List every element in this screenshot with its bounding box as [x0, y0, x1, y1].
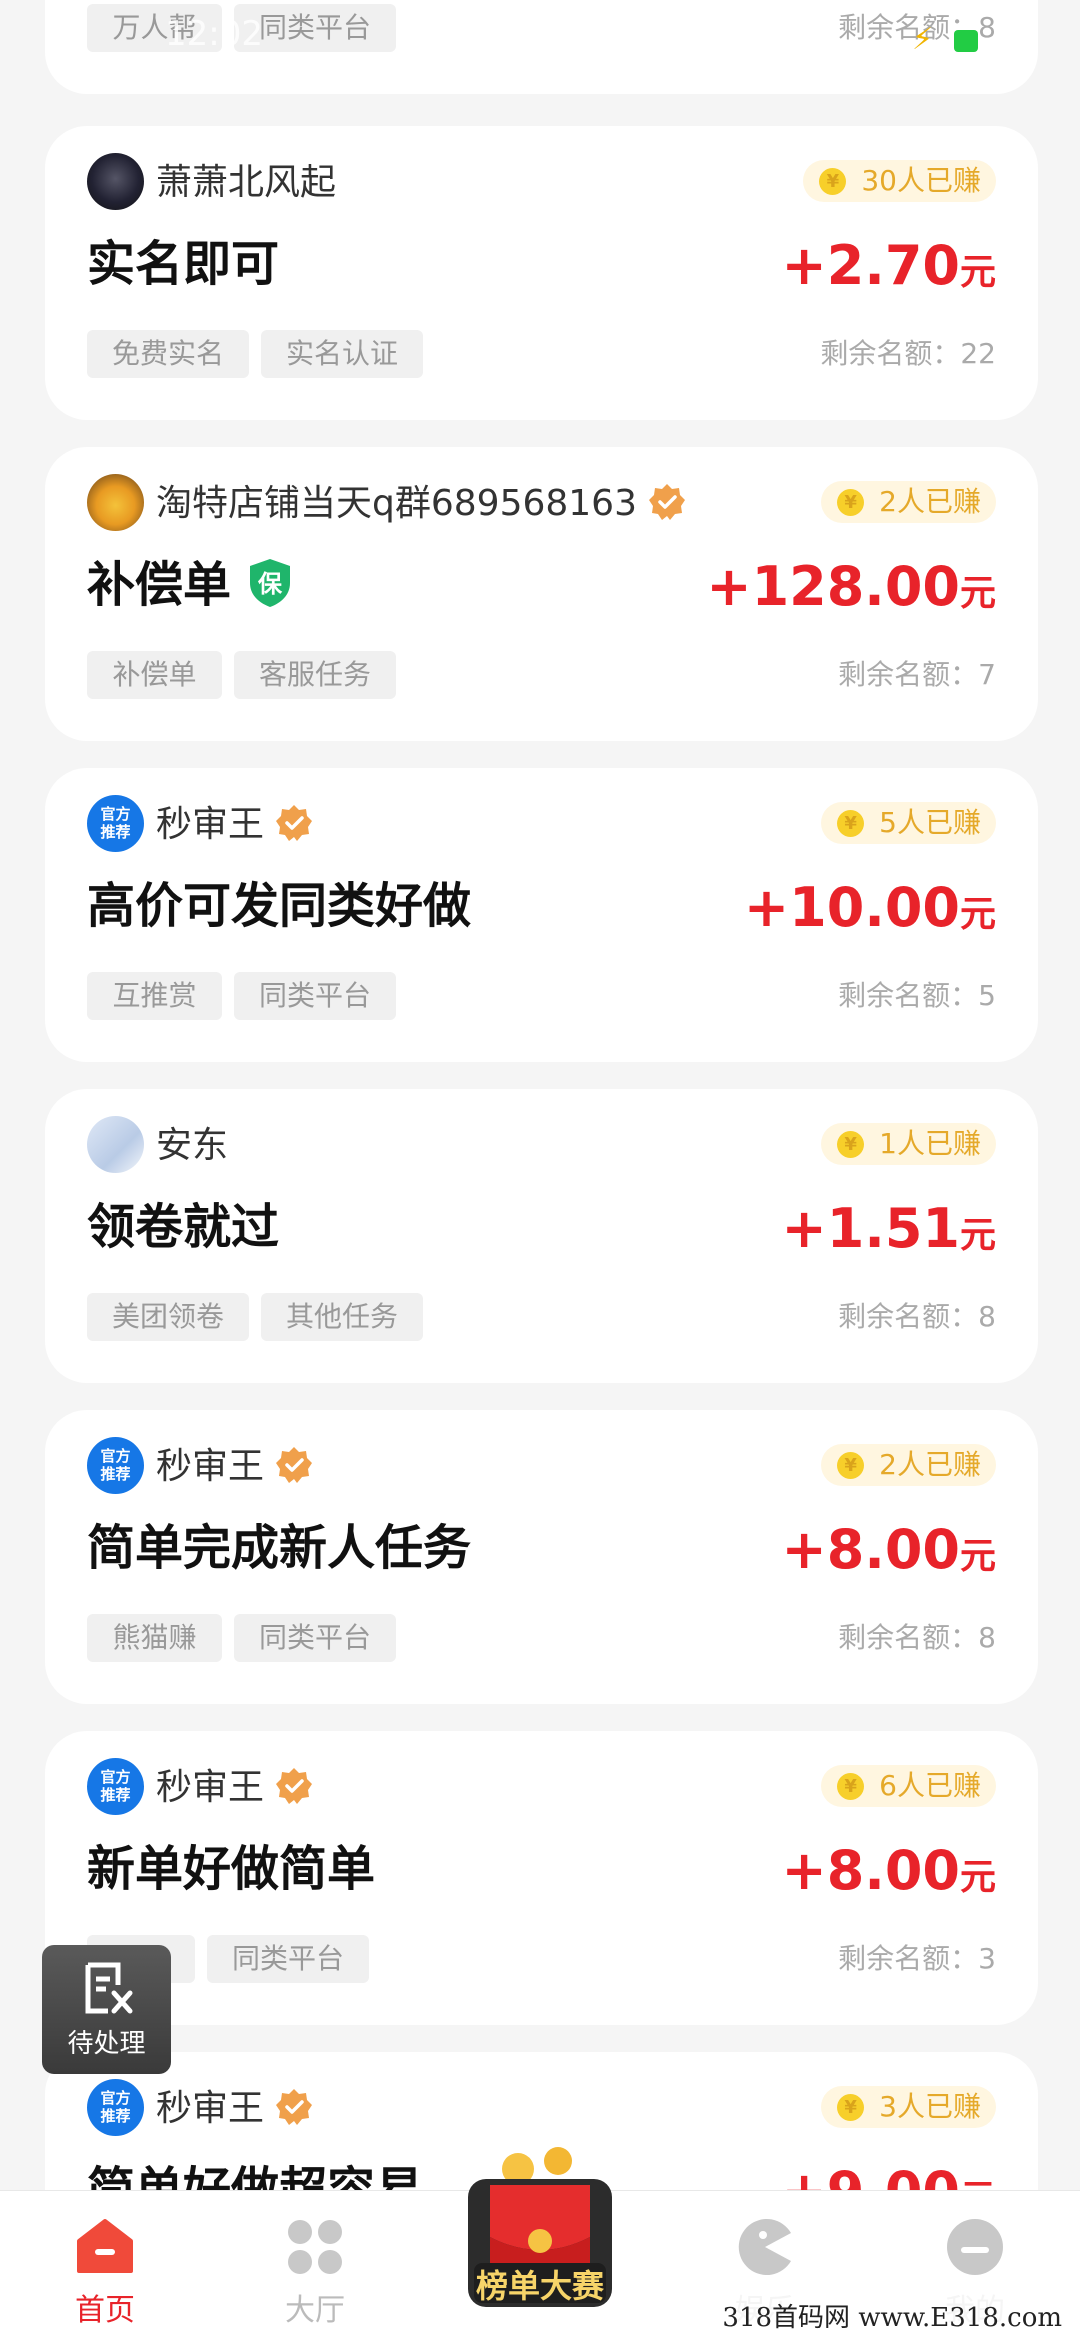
- task-tag: 实名认证: [261, 330, 423, 378]
- publisher-name: 秒审王: [156, 1764, 314, 1812]
- task-title: 高价可发同类好做: [87, 878, 472, 934]
- verified-icon: [276, 1447, 313, 1483]
- task-tag: 熊猫赚: [87, 1614, 222, 1662]
- task-reward: +8.00元: [781, 1518, 997, 1581]
- verified-icon: [276, 2089, 313, 2125]
- grid-dots-icon: [288, 2220, 342, 2274]
- earned-count: 3人已赚: [879, 2090, 981, 2123]
- pending-doc-icon: [85, 1962, 133, 2014]
- task-card[interactable]: 官方推荐 秒审王 2人已赚 简单完成新人任务 +8.00元 熊猫赚 同类平台 剩…: [45, 1410, 1038, 1704]
- task-title: 实名即可: [87, 236, 280, 292]
- task-tag: 同类平台: [207, 1935, 369, 1983]
- coin-icon: [819, 168, 847, 195]
- remaining-slots: 剩余名额：3: [838, 1942, 996, 1975]
- task-tag: 免费实名: [87, 330, 249, 378]
- guarantee-shield-icon: 保: [250, 559, 291, 607]
- earned-count-badge: 30人已赚: [803, 160, 996, 202]
- task-card[interactable]: 淘特店铺当天q群689568163 2人已赚 补偿单保 +128.00元 补偿单…: [45, 447, 1038, 741]
- task-card[interactable]: 官方推荐 秒审王 6人已赚 新单好做简单 +8.00元 同类平台 剩余名额：3: [45, 1731, 1038, 2025]
- charging-icon: ⚡: [912, 22, 934, 57]
- remaining-slots: 剩余名额：5: [838, 979, 996, 1012]
- task-reward: +2.70元: [781, 234, 997, 297]
- avatar: [87, 474, 144, 531]
- earned-count-badge: 6人已赚: [821, 1765, 996, 1807]
- tab-label: 大厅: [285, 2293, 345, 2328]
- earned-count-badge: 1人已赚: [821, 1123, 996, 1165]
- publisher-name: 淘特店铺当天q群689568163: [156, 480, 687, 528]
- svg-text:保: 保: [257, 570, 283, 598]
- task-title: 简单好做超容易: [87, 2162, 424, 2190]
- coin-icon: [837, 489, 865, 516]
- tab-label: 首页: [75, 2293, 135, 2328]
- publisher-name: 萧萧北风起: [156, 162, 337, 203]
- task-title: 领卷就过: [87, 1199, 280, 1255]
- pending-tasks-button[interactable]: 待处理: [42, 1945, 171, 2074]
- verified-icon: [649, 484, 685, 520]
- battery-icon: [954, 30, 978, 52]
- earned-count-badge: 3人已赚: [821, 2086, 996, 2128]
- task-card[interactable]: 萧萧北风起 30人已赚 实名即可 +2.70元 免费实名 实名认证 剩余名额：2…: [45, 126, 1038, 420]
- coin-icon: [837, 2094, 865, 2121]
- remaining-slots: 剩余名额：22: [820, 337, 996, 370]
- task-reward: +1.51元: [781, 1197, 997, 1260]
- coin-icon: [837, 810, 865, 837]
- tab-hall[interactable]: 大厅: [215, 2191, 415, 2340]
- verified-icon: [276, 1768, 313, 1804]
- task-reward: +10.00元: [743, 876, 996, 939]
- earned-count: 6人已赚: [879, 1769, 981, 1802]
- remaining-slots: 剩余名额：8: [838, 1300, 996, 1333]
- official-recommend-badge: 官方 推荐: [87, 795, 144, 852]
- earned-count: 5人已赚: [879, 806, 981, 839]
- profile-icon: [947, 2219, 1003, 2275]
- task-tag: 补偿单: [87, 651, 222, 699]
- task-reward: +8.00元: [781, 1839, 997, 1902]
- publisher-name: 秒审王: [156, 2085, 314, 2133]
- task-feed[interactable]: 万人帮 同类平台 剩余名额：8 12:02 ⚡ 萧萧北风起 30人已赚 实名即可…: [0, 0, 1080, 2190]
- earned-count: 2人已赚: [879, 1448, 981, 1481]
- task-tag: 同类平台: [234, 972, 396, 1020]
- publisher-name: 安东: [156, 1125, 229, 1166]
- earned-count-badge: 5人已赚: [821, 802, 996, 844]
- verified-icon: [276, 805, 313, 841]
- task-tag: 互推赏: [87, 972, 222, 1020]
- official-recommend-badge: 官方 推荐: [87, 1437, 144, 1494]
- task-reward: +128.00元: [706, 555, 996, 618]
- task-tag: 美团领卷: [87, 1293, 249, 1341]
- tab-home[interactable]: 首页: [5, 2191, 205, 2340]
- tab-leaderboard-contest[interactable]: 榜单大赛: [440, 2141, 640, 2340]
- earned-count: 30人已赚: [861, 164, 981, 197]
- watermark: 318首码网 www.E318.com: [712, 2293, 1072, 2338]
- coin-icon: [837, 1452, 865, 1479]
- pacman-icon: [738, 2219, 791, 2275]
- status-bar: 12:02 ⚡: [0, 0, 1080, 60]
- coin-icon: [837, 1131, 865, 1158]
- earned-count: 2人已赚: [879, 485, 981, 518]
- task-reward: +9.00元: [782, 2159, 997, 2190]
- task-card[interactable]: 安东 1人已赚 领卷就过 +1.51元 美团领卷 其他任务 剩余名额：8: [45, 1089, 1038, 1383]
- task-card[interactable]: 官方推荐 秒审王 5人已赚 高价可发同类好做 +10.00元 互推赏 同类平台 …: [45, 768, 1038, 1062]
- task-tag: 客服任务: [234, 651, 396, 699]
- task-tag: 其他任务: [261, 1293, 423, 1341]
- task-title: 新单好做简单: [87, 1841, 376, 1897]
- earned-count-badge: 2人已赚: [821, 1444, 996, 1486]
- remaining-slots: 剩余名额：8: [838, 1621, 996, 1654]
- avatar: [87, 153, 144, 210]
- task-title: 简单完成新人任务: [87, 1520, 472, 1576]
- status-time: 12:02: [165, 14, 263, 54]
- earned-count: 1人已赚: [879, 1127, 981, 1160]
- contest-label: 榜单大赛: [475, 2267, 604, 2305]
- publisher-name: 秒审王: [156, 1443, 314, 1491]
- coin-icon: [837, 1773, 865, 1800]
- task-tag: 同类平台: [234, 1614, 396, 1662]
- home-icon: [77, 2219, 133, 2273]
- task-title: 补偿单保: [87, 552, 293, 618]
- avatar: [87, 1116, 144, 1173]
- publisher-name: 秒审王: [156, 801, 314, 849]
- official-recommend-badge: 官方 推荐: [87, 2079, 144, 2136]
- pending-label: 待处理: [67, 2029, 146, 2059]
- earned-count-badge: 2人已赚: [821, 481, 996, 523]
- official-recommend-badge: 官方 推荐: [87, 1758, 144, 1815]
- remaining-slots: 剩余名额：7: [838, 658, 996, 691]
